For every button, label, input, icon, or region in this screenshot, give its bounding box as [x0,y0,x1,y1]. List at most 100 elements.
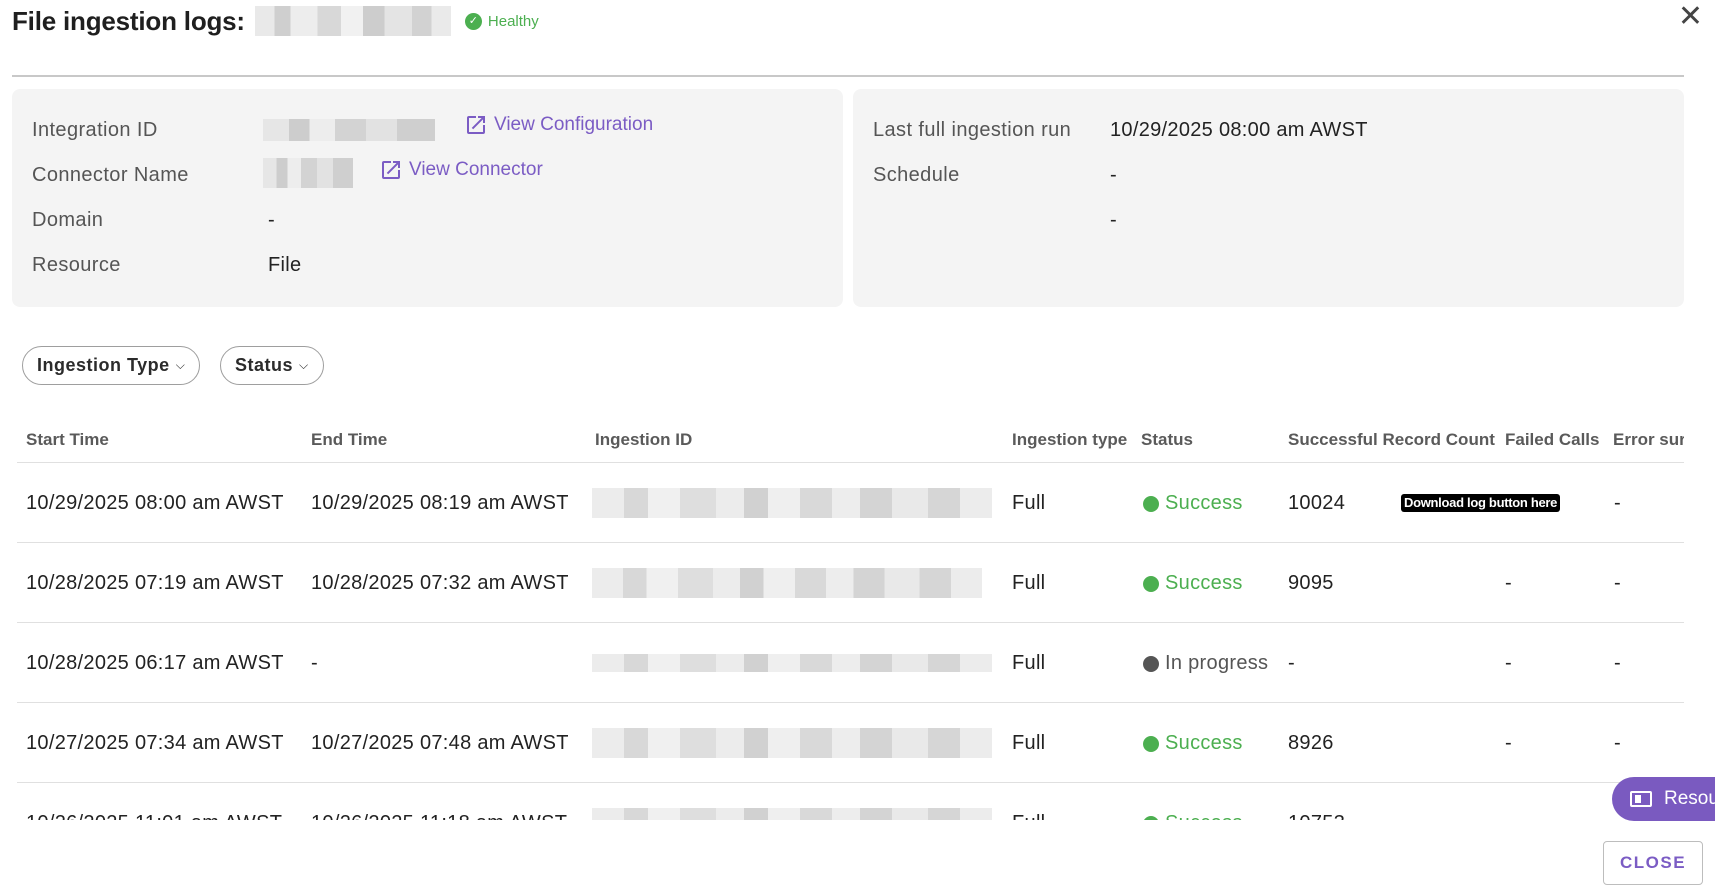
table-row[interactable]: 10/28/2025 06:17 am AWST - Full In progr… [17,624,1684,703]
start-time-cell: 10/29/2025 08:00 am AWST [26,492,284,514]
book-icon [1630,791,1652,807]
view-configuration-label: View Configuration [494,114,654,135]
column-ingestion-id[interactable]: Ingestion ID [595,430,692,450]
resources-fab-label: Resou [1664,788,1715,809]
view-connector-label: View Connector [409,159,543,180]
column-error-summary[interactable]: Error sur [1613,430,1684,450]
successful-count-cell: 10024 [1288,492,1346,514]
schedule-label: Schedule [873,164,960,186]
external-link-icon [382,161,400,179]
redacted-ingestion-id [592,568,982,598]
table-row[interactable]: 10/26/2025 11:01 am AWST 10/26/2025 11:1… [17,784,1684,820]
status-filter[interactable]: Status ⌵ [220,346,324,385]
status-filter-label: Status [235,355,294,375]
ingestion-type-cell: Full [1012,492,1046,514]
successful-count-cell: 8926 [1288,732,1334,754]
check-circle-icon: ✓ [464,12,482,30]
health-status-badge: ✓ Healthy [464,12,539,30]
table-row[interactable]: 10/27/2025 07:34 am AWST 10/27/2025 07:4… [17,704,1684,783]
status-text: Success [1165,492,1243,514]
column-end-time[interactable]: End Time [311,430,387,450]
status-text: Success [1165,784,1243,820]
column-status[interactable]: Status [1141,430,1193,450]
status-cell: Success [1143,464,1243,543]
view-configuration-link[interactable]: View Configuration [464,113,653,137]
error-summary-cell: - [1614,732,1621,754]
chevron-down-icon: ⌵ [175,358,186,372]
failed-calls-cell: - [1505,732,1512,754]
ingestion-type-filter[interactable]: Ingestion Type ⌵ [22,346,201,385]
redacted-ingestion-id [592,654,992,672]
dialog-header: File ingestion logs: ✓ Healthy [12,6,539,36]
status-dot-icon [1143,735,1159,752]
failed-calls-cell: - [1505,652,1512,674]
status-text: In progress [1165,652,1269,674]
end-time-cell: - [311,652,318,674]
schedule-card: Last full ingestion run 10/29/2025 08:00… [853,89,1684,307]
redacted-integration-id [263,119,435,141]
close-button[interactable]: CLOSE [1603,841,1703,885]
table-row[interactable]: 10/28/2025 07:19 am AWST 10/28/2025 07:3… [17,544,1684,623]
end-time-cell: 10/29/2025 08:19 am AWST [311,492,569,514]
ingestion-type-cell: Full [1012,784,1045,820]
start-time-cell: 10/28/2025 07:19 am AWST [26,572,284,594]
start-time-cell: 10/26/2025 11:01 am AWST [26,784,282,820]
status-dot-icon [1143,495,1159,512]
end-time-cell: 10/28/2025 07:32 am AWST [311,572,569,594]
status-cell: Success [1143,784,1243,820]
error-summary-cell: - [1614,572,1621,594]
ingestion-logs-table: Start Time End Time Ingestion ID Ingesti… [17,420,1684,820]
status-text: Success [1165,572,1243,594]
failed-calls-cell: - [1505,572,1512,594]
ingestion-type-cell: Full [1012,652,1046,674]
end-time-cell: 10/27/2025 07:48 am AWST [311,732,569,754]
download-log-button[interactable]: Download log button here [1401,494,1561,512]
ingestion-type-filter-label: Ingestion Type [37,355,170,375]
column-successful-record-count[interactable]: Successful Record Count [1288,430,1495,450]
view-connector-link[interactable]: View Connector [379,158,543,182]
status-text: Success [1165,732,1243,754]
table-row[interactable]: 10/29/2025 08:00 am AWST 10/29/2025 08:1… [17,464,1684,543]
end-time-cell: 10/26/2025 11:18 am AWST [311,784,567,820]
last-run-label: Last full ingestion run [873,119,1072,141]
schedule-extra-value: - [1110,209,1117,231]
domain-value: - [268,209,275,231]
successful-count-cell: 9095 [1288,572,1334,594]
redacted-ingestion-id [592,808,992,820]
external-link-icon [467,116,485,134]
redacted-integration-name [254,6,451,36]
header-divider [12,75,1684,77]
connector-name-label: Connector Name [32,164,189,186]
health-status-text: Healthy [487,12,539,30]
successful-count-cell: 10753 [1288,784,1345,820]
ingestion-type-cell: Full [1012,732,1046,754]
status-cell: Success [1143,544,1243,623]
column-failed-calls[interactable]: Failed Calls [1505,430,1599,450]
status-dot-icon [1143,655,1159,672]
status-cell: In progress [1143,624,1268,703]
status-cell: Success [1143,704,1243,783]
table-header: Start Time End Time Ingestion ID Ingesti… [17,420,1684,463]
resource-value: File [268,254,302,276]
integration-id-label: Integration ID [32,119,158,141]
redacted-ingestion-id [592,728,992,758]
redacted-ingestion-id [592,488,992,518]
successful-count-cell: - [1288,652,1295,674]
start-time-cell: 10/28/2025 06:17 am AWST [26,652,284,674]
resources-fab[interactable]: Resou [1612,777,1715,821]
status-dot-icon [1143,815,1159,820]
dialog-title: File ingestion logs: [12,5,245,36]
status-dot-icon [1143,575,1159,592]
close-icon[interactable]: ✕ [1678,2,1703,32]
chevron-down-icon: ⌵ [299,358,309,372]
error-summary-cell: - [1614,652,1621,674]
resource-label: Resource [32,254,121,276]
column-ingestion-type[interactable]: Ingestion type [1012,430,1127,450]
domain-label: Domain [32,209,104,231]
schedule-value: - [1110,164,1117,186]
redacted-connector-name [263,158,353,188]
start-time-cell: 10/27/2025 07:34 am AWST [26,732,284,754]
column-start-time[interactable]: Start Time [26,430,109,450]
integration-details-card: Integration ID View Configuration Connec… [12,89,843,307]
error-summary-cell: - [1614,492,1621,514]
